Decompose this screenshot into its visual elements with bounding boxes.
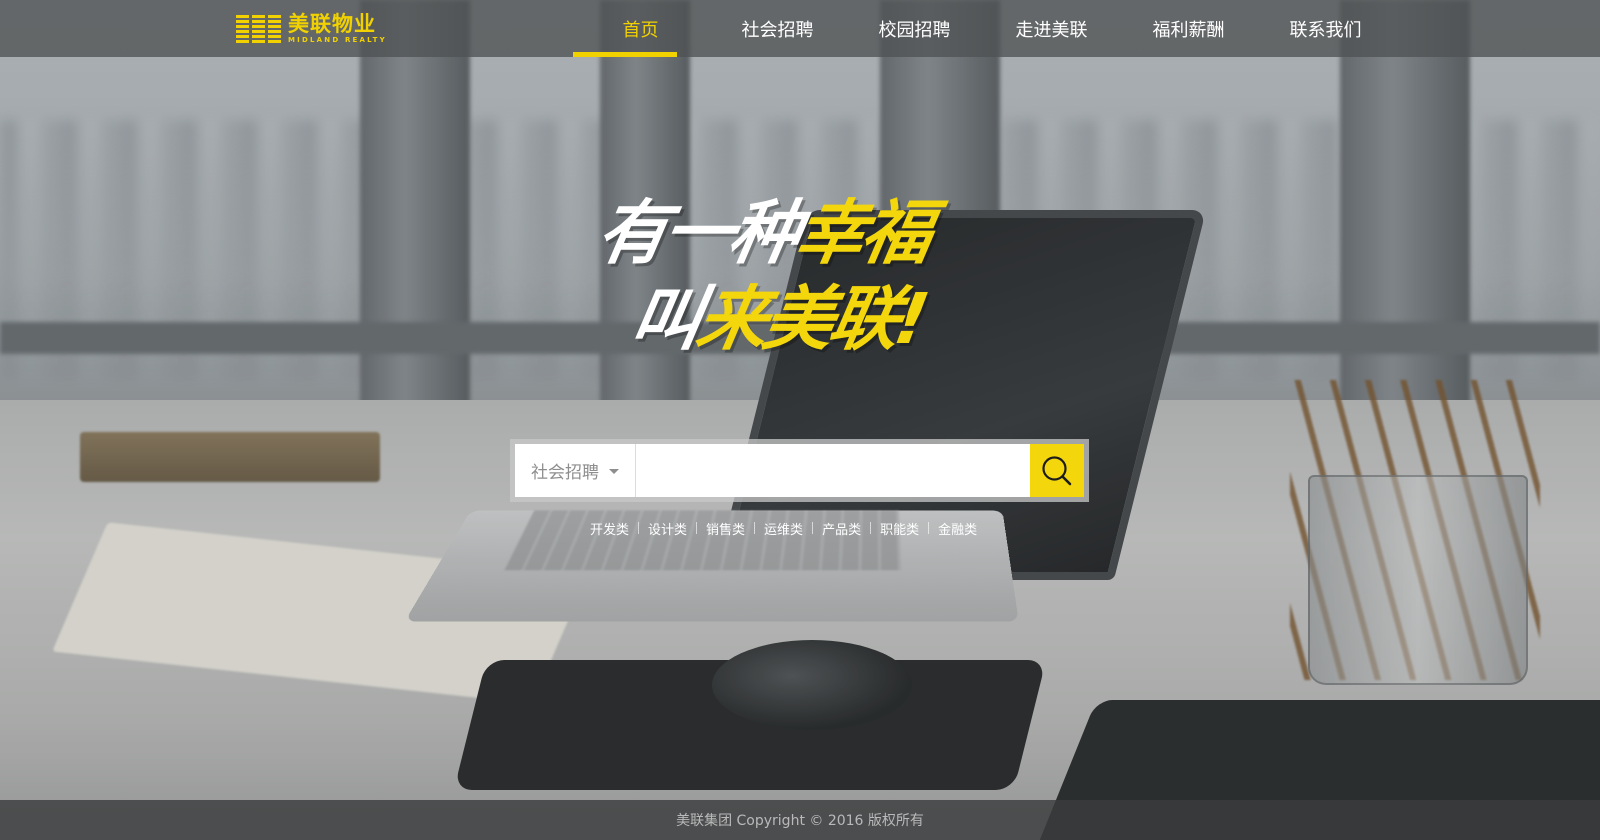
tag-functional[interactable]: 职能类 [880, 519, 919, 538]
slogan-line1-white: 有一种 [590, 192, 804, 274]
nav-item-campus-recruitment[interactable]: 校园招聘 [846, 0, 983, 57]
background-shade [0, 0, 1600, 840]
footer: 美联集团 Copyright © 2016 版权所有 [0, 800, 1600, 840]
search-bar: 社会招聘 [510, 439, 1089, 502]
tag-design[interactable]: 设计类 [648, 519, 687, 538]
tag-divider [928, 522, 930, 534]
logo-cn: 美联物业 [288, 12, 376, 36]
search-box: 社会招聘 [515, 444, 1084, 497]
tag-operations[interactable]: 运维类 [764, 519, 803, 538]
nav-item-contact[interactable]: 联系我们 [1257, 0, 1394, 57]
tag-development[interactable]: 开发类 [590, 519, 629, 538]
nav-item-home[interactable]: 首页 [572, 0, 709, 57]
tag-sales[interactable]: 销售类 [706, 519, 745, 538]
logo-text: 美联物业 MIDLAND REALTY [288, 14, 387, 44]
hot-tags: 开发类 设计类 销售类 运维类 产品类 职能类 金融类 [590, 518, 977, 538]
tag-divider [754, 522, 756, 534]
nav-item-benefits[interactable]: 福利薪酬 [1120, 0, 1257, 57]
slogan-line2-yellow: 来美联! [690, 278, 932, 360]
tag-product[interactable]: 产品类 [822, 519, 861, 538]
logo-en: MIDLAND REALTY [288, 36, 387, 44]
slogan-line1-yellow: 幸福 [788, 192, 936, 274]
copyright-text: 美联集团 Copyright © 2016 版权所有 [676, 813, 924, 829]
top-navbar: 美联物业 MIDLAND REALTY 首页 社会招聘 校园招聘 走进美联 福利… [0, 0, 1600, 57]
tag-finance[interactable]: 金融类 [938, 519, 977, 538]
search-icon [1042, 455, 1072, 485]
logo[interactable]: 美联物业 MIDLAND REALTY [236, 12, 387, 46]
main-nav: 首页 社会招聘 校园招聘 走进美联 福利薪酬 联系我们 [572, 0, 1394, 57]
tag-divider [812, 522, 814, 534]
nav-item-about[interactable]: 走进美联 [983, 0, 1120, 57]
tag-divider [870, 522, 872, 534]
category-select[interactable]: 社会招聘 [515, 444, 636, 497]
hero-slogan: 有一种幸福 叫来美联! [591, 188, 1016, 388]
tag-divider [696, 522, 698, 534]
slogan-line-1: 有一种幸福 [591, 192, 935, 274]
background-photo [0, 0, 1600, 840]
tag-divider [638, 522, 640, 534]
chevron-down-icon [609, 469, 619, 474]
category-select-value: 社会招聘 [531, 463, 599, 483]
search-input[interactable] [636, 444, 1030, 497]
nav-item-social-recruitment[interactable]: 社会招聘 [709, 0, 846, 57]
slogan-line-2: 叫来美联! [625, 278, 931, 360]
logo-mark-icon [236, 13, 284, 45]
search-button[interactable] [1030, 444, 1084, 497]
